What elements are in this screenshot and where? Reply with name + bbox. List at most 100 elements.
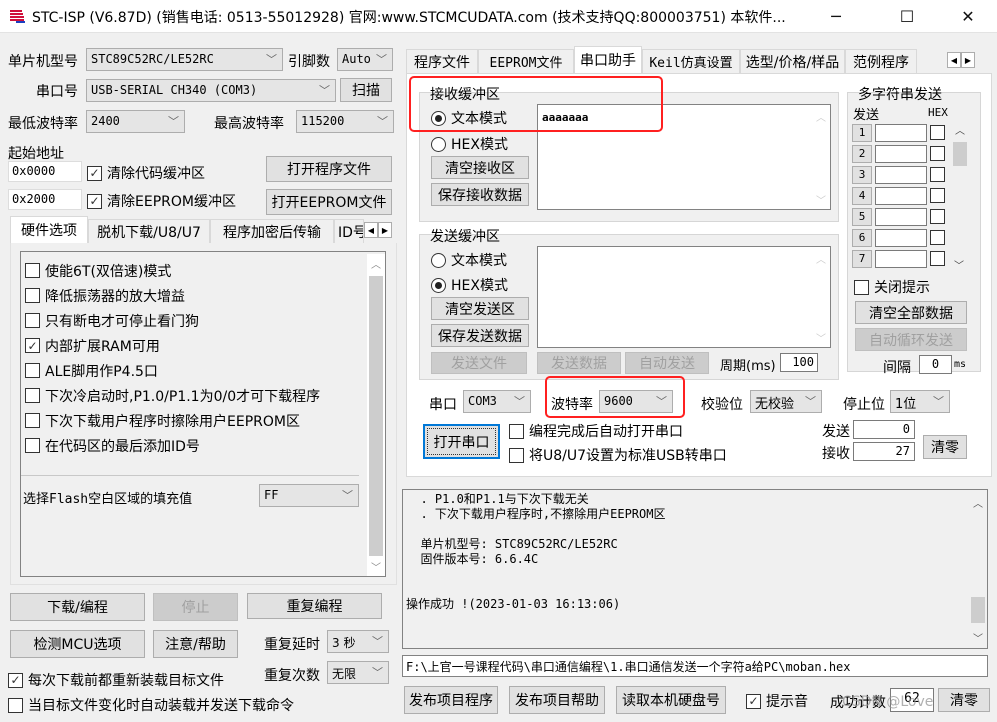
repeat-count-select[interactable]: 无限 ﹀ [327, 661, 389, 684]
multi-string-input[interactable] [875, 249, 927, 268]
scroll-down-icon[interactable]: ﹀ [816, 192, 826, 207]
hardware-option-checkbox[interactable]: 降低振荡器的放大增益 [25, 283, 360, 308]
fill-value-select[interactable]: FF ﹀ [259, 484, 359, 507]
auto-open-port-checkbox[interactable]: 编程完成后自动打开串口 [509, 421, 683, 441]
scroll-down-icon[interactable]: ﹀ [816, 330, 826, 345]
detect-mcu-button[interactable]: 检测MCU选项 [10, 630, 145, 658]
scroll-up-icon[interactable]: ︿ [952, 122, 968, 137]
tab-eeprom-file[interactable]: EEPROM文件 [478, 49, 574, 73]
multi-string-input[interactable] [875, 228, 927, 247]
multi-hex-checkbox[interactable] [930, 209, 945, 224]
multi-send-button[interactable]: 1 [852, 123, 872, 142]
reload-target-checkbox[interactable]: ✓ 每次下载前都重新装载目标文件 [8, 670, 224, 690]
scroll-down-icon[interactable]: ﹀ [371, 559, 381, 574]
minimize-button[interactable]: ─ [813, 0, 859, 32]
scroll-thumb[interactable] [369, 276, 383, 556]
tab-offline-download[interactable]: 脱机下载/U8/U7 [88, 219, 210, 243]
multi-send-button[interactable]: 3 [852, 165, 872, 184]
auto-send-button[interactable]: 自动发送 [625, 352, 709, 374]
repeat-program-button[interactable]: 重复编程 [247, 593, 382, 619]
hardware-option-checkbox[interactable]: 下次冷启动时,P1.0/P1.1为0/0才可下载程序 [25, 383, 360, 408]
multi-send-button[interactable]: 2 [852, 144, 872, 163]
multi-send-button[interactable]: 7 [852, 249, 872, 268]
options-scrollbar[interactable]: ︿ ﹀ [367, 254, 385, 576]
multi-string-input[interactable] [875, 144, 927, 163]
serial-port-select[interactable]: COM3 ﹀ [463, 390, 531, 413]
file-path-field[interactable]: F:\上官一号课程代码\串口通信编程\1.串口通信发送一个字符a给PC\moba… [402, 655, 988, 677]
stop-button[interactable]: 停止 [153, 593, 238, 621]
multi-scrollbar[interactable]: ︿ ﹀ [952, 122, 968, 272]
stop-bits-select[interactable]: 1位 ﹀ [890, 390, 950, 413]
hardware-option-checkbox[interactable]: 下次下载用户程序时擦除用户EEPROM区 [25, 408, 360, 433]
min-baud-select[interactable]: 2400 ﹀ [86, 110, 185, 133]
multi-hex-checkbox[interactable] [930, 167, 945, 182]
tab-scroll-left-icon[interactable]: ◀ [364, 222, 378, 238]
tab-hardware-options[interactable]: 硬件选项 [10, 216, 88, 243]
multi-string-input[interactable] [875, 207, 927, 226]
scan-button[interactable]: 扫描 [340, 78, 392, 102]
multi-string-input[interactable] [875, 165, 927, 184]
send-data-button[interactable]: 发送数据 [537, 352, 621, 374]
tab-scroll-right-icon[interactable]: ▶ [378, 222, 392, 238]
clear-code-checkbox[interactable]: ✓ 清除代码缓冲区 [87, 163, 205, 183]
tab-keil-settings[interactable]: Keil仿真设置 [642, 49, 740, 73]
hardware-option-checkbox[interactable]: ✓ 内部扩展RAM可用 [25, 333, 360, 358]
tab-examples[interactable]: 范例程序 [845, 49, 917, 73]
tab-selection-price[interactable]: 选型/价格/样品 [740, 49, 845, 73]
open-program-file-button[interactable]: 打开程序文件 [266, 156, 392, 182]
multi-hex-checkbox[interactable] [930, 188, 945, 203]
multi-hex-checkbox[interactable] [930, 125, 945, 140]
max-baud-select[interactable]: 115200 ﹀ [296, 110, 394, 133]
multi-hex-checkbox[interactable] [930, 251, 945, 266]
clear-send-button[interactable]: 清空发送区 [431, 297, 529, 320]
maximize-button[interactable]: ☐ [884, 0, 930, 32]
multi-string-input[interactable] [875, 123, 927, 142]
code-address-input[interactable]: 0x0000 [8, 161, 82, 182]
multi-hex-checkbox[interactable] [930, 146, 945, 161]
open-serial-port-button[interactable]: 打开串口 [423, 424, 500, 459]
output-log[interactable]: . P1.0和P1.1与下次下载无关 . 下次下载用户程序时,不擦除用户EEPR… [402, 489, 988, 649]
clear-success-count-button[interactable]: 清零 [938, 688, 990, 712]
recv-hex-mode-radio[interactable]: HEX模式 [431, 134, 508, 154]
send-textarea[interactable]: ︿ ﹀ [537, 246, 831, 348]
open-eeprom-file-button[interactable]: 打开EEPROM文件 [266, 189, 392, 215]
scroll-down-icon[interactable]: ﹀ [954, 257, 964, 272]
publish-program-button[interactable]: 发布项目程序 [404, 686, 498, 714]
multi-hex-checkbox[interactable] [930, 230, 945, 245]
auto-loop-send-button[interactable]: 自动循环发送 [855, 328, 967, 351]
send-hex-mode-radio[interactable]: HEX模式 [431, 275, 508, 295]
parity-select[interactable]: 无校验 ﹀ [750, 390, 822, 413]
send-text-mode-radio[interactable]: 文本模式 [431, 250, 507, 270]
eeprom-address-input[interactable]: 0x2000 [8, 189, 82, 210]
log-scrollbar[interactable]: ︿ ﹀ [969, 491, 987, 647]
tab-serial-assistant[interactable]: 串口助手 [574, 46, 642, 73]
scroll-up-icon[interactable]: ︿ [969, 491, 987, 510]
save-receive-button[interactable]: 保存接收数据 [431, 183, 529, 206]
read-disk-id-button[interactable]: 读取本机硬盘号 [616, 686, 726, 714]
help-button[interactable]: 注意/帮助 [153, 630, 238, 658]
clear-all-data-button[interactable]: 清空全部数据 [855, 301, 967, 324]
send-file-button[interactable]: 发送文件 [431, 352, 527, 374]
hardware-option-checkbox[interactable]: 只有断电才可停止看门狗 [25, 308, 360, 333]
port-select[interactable]: USB-SERIAL CH340 (COM3) ﹀ [86, 79, 336, 102]
download-program-button[interactable]: 下载/编程 [10, 593, 145, 621]
multi-send-button[interactable]: 4 [852, 186, 872, 205]
clear-eeprom-checkbox[interactable]: ✓ 清除EEPROM缓冲区 [87, 191, 236, 211]
clear-counter-button[interactable]: 清零 [923, 435, 967, 459]
hardware-option-checkbox[interactable]: 使能6T(双倍速)模式 [25, 258, 360, 283]
mcu-type-select[interactable]: STC89C52RC/LE52RC ﹀ [86, 48, 283, 71]
multi-send-button[interactable]: 5 [852, 207, 872, 226]
pins-select[interactable]: Auto ﹀ [337, 48, 393, 71]
scroll-up-icon[interactable]: ︿ [367, 254, 385, 271]
scroll-thumb[interactable] [971, 597, 985, 623]
hardware-option-checkbox[interactable]: 在代码区的最后添加ID号 [25, 433, 360, 458]
auto-load-checkbox[interactable]: 当目标文件变化时自动装载并发送下载命令 [8, 695, 294, 715]
tab-scroll-right-icon[interactable]: ▶ [961, 52, 975, 68]
tab-encrypted-transfer[interactable]: 程序加密后传输 [210, 219, 334, 243]
sound-checkbox[interactable]: ✓ 提示音 [746, 691, 808, 711]
tab-program-file[interactable]: 程序文件 [406, 49, 478, 73]
close-button[interactable]: ✕ [945, 0, 991, 32]
period-input[interactable]: 100 [780, 353, 818, 372]
scroll-up-icon[interactable]: ︿ [816, 251, 826, 266]
scroll-up-icon[interactable]: ︿ [816, 109, 826, 124]
